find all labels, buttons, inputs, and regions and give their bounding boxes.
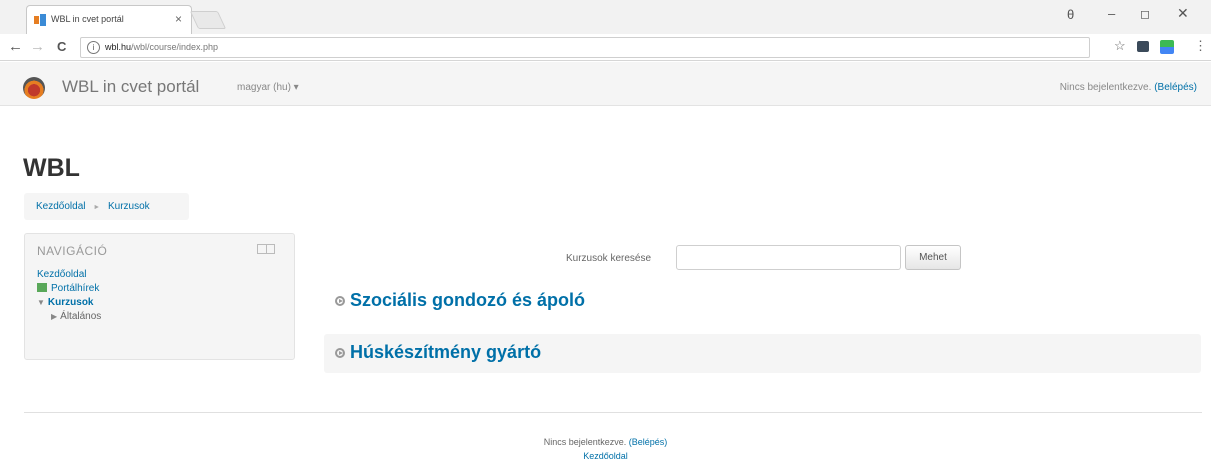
breadcrumb-home[interactable]: Kezdőoldal bbox=[36, 201, 85, 212]
browser-tab-strip: WBL in cvet portál × θ – ◻ ✕ bbox=[0, 0, 1211, 34]
url-text: wbl.hu/wbl/course/index.php bbox=[105, 42, 218, 52]
address-bar[interactable]: i wbl.hu/wbl/course/index.php bbox=[80, 37, 1090, 58]
collapsed-arrow-icon: ▶ bbox=[51, 312, 58, 321]
footer-home: Kezdőoldal bbox=[0, 451, 1211, 461]
breadcrumb-separator-icon: ► bbox=[93, 204, 101, 211]
nav-item-general-label[interactable]: Általános bbox=[60, 311, 101, 322]
nav-item-home[interactable]: Kezdőoldal bbox=[37, 268, 101, 282]
page-title: WBL bbox=[23, 154, 80, 182]
forum-icon bbox=[37, 283, 47, 292]
breadcrumb-courses[interactable]: Kurzusok bbox=[108, 201, 150, 212]
minimize-icon[interactable]: – bbox=[1108, 6, 1115, 21]
category-row: Húskészítmény gyártó bbox=[324, 334, 1201, 373]
course-search-label: Kurzusok keresése bbox=[566, 253, 652, 264]
tab-close-icon[interactable]: × bbox=[175, 12, 182, 26]
url-host: wbl.hu bbox=[105, 42, 132, 52]
category-link[interactable]: Szociális gondozó és ápoló bbox=[350, 290, 585, 311]
nav-item-site-news-label[interactable]: Portálhírek bbox=[51, 283, 99, 294]
site-name-link[interactable]: WBL in cvet portál bbox=[62, 77, 199, 97]
search-go-button[interactable]: Mehet bbox=[905, 245, 961, 270]
login-status-text: Nincs bejelentkezve. bbox=[1059, 82, 1152, 93]
nav-item-courses[interactable]: ▼ Kurzusok bbox=[37, 296, 101, 310]
forward-arrow-icon[interactable]: → bbox=[30, 38, 45, 55]
bookmark-star-icon[interactable]: ☆ bbox=[1114, 38, 1126, 54]
tab-title: WBL in cvet portál bbox=[51, 14, 124, 24]
category-link[interactable]: Húskészítmény gyártó bbox=[350, 342, 541, 363]
site-navbar: WBL in cvet portál magyar (hu) ▾ Nincs b… bbox=[0, 62, 1211, 106]
category-expand-icon[interactable] bbox=[335, 296, 345, 306]
site-favicon-icon bbox=[34, 14, 46, 26]
nav-item-courses-label[interactable]: Kurzusok bbox=[48, 297, 94, 308]
footer-login-link[interactable]: (Belépés) bbox=[629, 437, 668, 447]
nav-item-general[interactable]: ▶ Általános bbox=[37, 310, 101, 324]
footer-home-link[interactable]: Kezdőoldal bbox=[583, 451, 628, 461]
navigation-list: Kezdőoldal Portálhírek ▼ Kurzusok ▶ Általá… bbox=[37, 268, 101, 324]
back-arrow-icon[interactable]: ← bbox=[8, 38, 23, 55]
site-info-icon[interactable]: i bbox=[87, 41, 100, 54]
expanded-arrow-icon: ▼ bbox=[37, 298, 45, 307]
login-info: Nincs bejelentkezve. (Belépés) bbox=[1060, 82, 1197, 93]
browser-toolbar: ← → C i wbl.hu/wbl/course/index.php bbox=[0, 34, 1211, 61]
profile-icon[interactable]: θ bbox=[1067, 7, 1074, 22]
footer-login-status: Nincs bejelentkezve. bbox=[543, 437, 627, 447]
language-menu[interactable]: magyar (hu) ▾ bbox=[237, 82, 299, 93]
new-tab-button[interactable] bbox=[189, 11, 227, 29]
dock-block-icon[interactable] bbox=[257, 244, 275, 254]
maximize-icon[interactable]: ◻ bbox=[1140, 7, 1150, 21]
reload-icon[interactable]: C bbox=[57, 39, 66, 54]
site-logo[interactable] bbox=[23, 77, 45, 99]
extension-icon[interactable] bbox=[1137, 41, 1149, 52]
window-close-icon[interactable]: ✕ bbox=[1177, 5, 1189, 22]
footer-login-info: Nincs bejelentkezve. (Belépés) bbox=[0, 437, 1211, 447]
category-row: Szociális gondozó és ápoló bbox=[324, 282, 1201, 321]
navigation-block: NAVIGÁCIÓ Kezdőoldal Portálhírek ▼ Kurzus… bbox=[24, 233, 295, 360]
login-link[interactable]: (Belépés) bbox=[1154, 82, 1197, 93]
url-path: /wbl/course/index.php bbox=[131, 42, 219, 52]
course-search-input[interactable] bbox=[676, 245, 901, 270]
browser-menu-icon[interactable]: ⋮ bbox=[1194, 38, 1207, 54]
drive-extension-icon[interactable] bbox=[1160, 40, 1174, 54]
nav-item-site-news[interactable]: Portálhírek bbox=[37, 282, 101, 296]
category-expand-icon[interactable] bbox=[335, 348, 345, 358]
footer-divider bbox=[24, 412, 1202, 413]
navigation-title: NAVIGÁCIÓ bbox=[37, 244, 108, 258]
breadcrumb: Kezdőoldal ► Kurzusok bbox=[24, 193, 189, 220]
browser-tab[interactable]: WBL in cvet portál × bbox=[26, 5, 192, 34]
